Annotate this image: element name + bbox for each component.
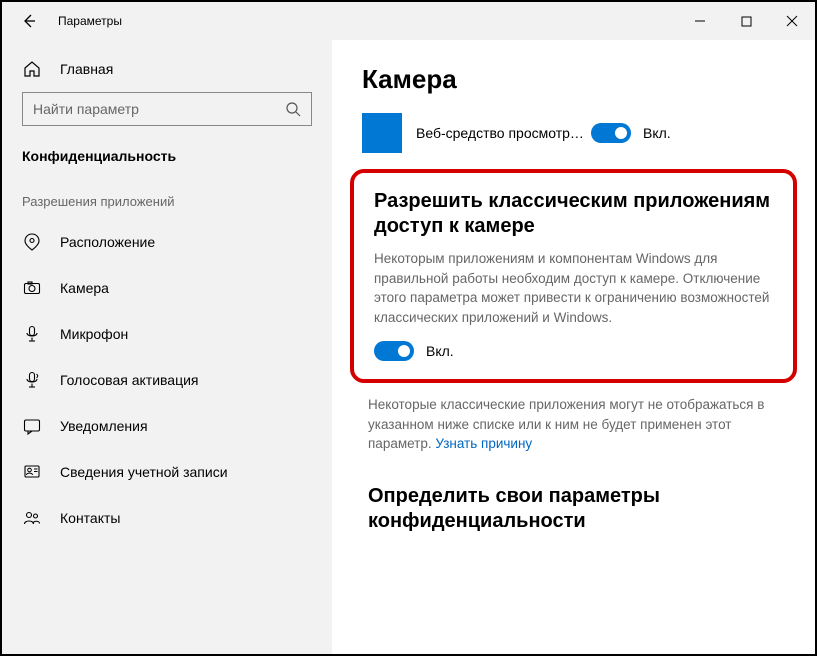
content: Камера Веб-средство просмотра к… Вкл. Ра… [332,40,815,654]
sidebar-item-label: Уведомления [60,418,148,434]
classic-apps-toggle[interactable] [374,341,414,361]
sidebar-item-notifications[interactable]: Уведомления [2,403,332,449]
classic-apps-toggle-row: Вкл. [374,341,773,361]
page-title: Камера [362,64,785,95]
window-controls [677,2,815,40]
sidebar-section-title: Конфиденциальность [2,144,332,190]
arrow-left-icon [21,13,37,29]
classic-apps-note: Некоторые классические приложения могут … [362,393,785,478]
window-title: Параметры [58,14,122,28]
close-button[interactable] [769,2,815,40]
search-box[interactable] [22,92,312,126]
main: Главная Конфиденциальность Разрешения пр… [2,40,815,654]
sidebar-item-label: Расположение [60,234,155,250]
minimize-icon [694,15,706,27]
location-icon [22,233,42,251]
app-toggle-label: Вкл. [643,125,671,141]
sidebar-item-label: Голосовая активация [60,372,199,388]
maximize-button[interactable] [723,2,769,40]
learn-more-link[interactable]: Узнать причину [435,436,532,451]
app-toggle[interactable] [591,123,631,143]
privacy-settings-heading: Определить свои параметры конфиденциальн… [362,478,785,534]
app-icon [362,113,402,153]
note-text: Некоторые классические приложения могут … [368,397,764,451]
home-icon [22,60,42,78]
minimize-button[interactable] [677,2,723,40]
sidebar-item-label: Сведения учетной записи [60,464,228,480]
sidebar-item-account-info[interactable]: Сведения учетной записи [2,449,332,495]
app-permission-row: Веб-средство просмотра к… Вкл. [362,113,785,153]
sidebar-item-camera[interactable]: Камера [2,265,332,311]
contacts-icon [22,509,42,527]
search-input[interactable] [33,101,285,117]
back-button[interactable] [18,10,40,32]
sidebar-group-title: Разрешения приложений [2,190,332,219]
sidebar-item-location[interactable]: Расположение [2,219,332,265]
voice-activation-icon [22,371,42,389]
camera-icon [22,279,42,297]
sidebar-item-label: Контакты [60,510,120,526]
sidebar-item-contacts[interactable]: Контакты [2,495,332,541]
settings-window: Параметры Главная [0,0,817,656]
account-info-icon [22,463,42,481]
maximize-icon [741,16,752,27]
sidebar-item-microphone[interactable]: Микрофон [2,311,332,357]
close-icon [786,15,798,27]
sidebar-item-voice-activation[interactable]: Голосовая активация [2,357,332,403]
classic-apps-description: Некоторым приложениям и компонентам Wind… [374,249,773,327]
titlebar: Параметры [2,2,815,40]
home-label: Главная [60,61,113,77]
sidebar-item-label: Камера [60,280,109,296]
classic-apps-section: Разрешить классическим приложениям досту… [350,169,797,383]
classic-apps-toggle-label: Вкл. [426,343,454,359]
sidebar: Главная Конфиденциальность Разрешения пр… [2,40,332,654]
microphone-icon [22,325,42,343]
classic-apps-heading: Разрешить классическим приложениям досту… [374,189,773,239]
sidebar-item-label: Микрофон [60,326,128,342]
notifications-icon [22,417,42,435]
search-icon [285,101,301,117]
home-button[interactable]: Главная [2,54,332,92]
app-name: Веб-средство просмотра к… [416,125,591,141]
